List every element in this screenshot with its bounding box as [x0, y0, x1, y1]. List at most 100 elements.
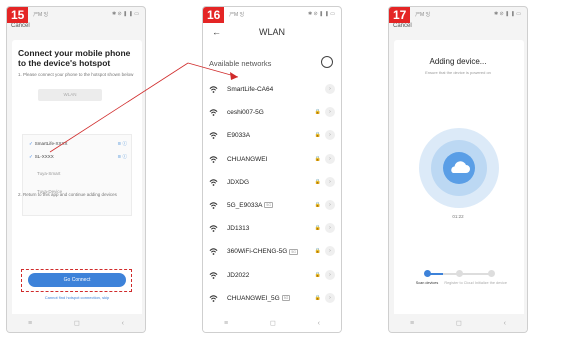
cancel-button[interactable]: Cancel [11, 23, 30, 29]
lock-icon: 🔒 [314, 248, 321, 255]
lock-icon: 🔒 [314, 155, 321, 162]
details-arrow-icon[interactable]: › [325, 130, 335, 141]
wlan-label: WLAN [38, 89, 102, 101]
home-icon[interactable]: ◻ [270, 319, 276, 327]
list-item: ✓ SL-XXXX ≋ ⓘ [23, 150, 131, 163]
refresh-icon[interactable] [321, 56, 333, 68]
details-arrow-icon[interactable]: › [325, 153, 335, 164]
back-icon[interactable]: ‹ [504, 320, 506, 327]
go-connect-button[interactable]: Go Connect [28, 273, 126, 287]
network-name: 5G_E9033A [227, 202, 263, 209]
instruction-step-2: 2. Return to this app and continue addin… [18, 192, 117, 197]
wifi-signal-icon [209, 155, 218, 163]
instruction-step-1: 1. Please connect your phone to the hots… [18, 72, 134, 77]
band-badge: 5G [289, 248, 298, 255]
list-item: ✓ SmartLife-XXXX ≋ ⓘ [23, 137, 131, 150]
phone-screen-17: 17 ㄕM 잉 ✱ ⊘ ❚ ❚ ▭ Cancel Adding device..… [388, 6, 528, 333]
step-badge-17: 17 [389, 7, 411, 23]
lock-icon: 🔒 [314, 225, 321, 232]
network-name-wrap: 5G_E9033A 5G [227, 202, 274, 209]
step-dot-2 [456, 270, 463, 277]
cloud-icon [443, 152, 475, 184]
network-name: JDXDG [227, 178, 250, 186]
step-badge-15: 15 [7, 7, 29, 23]
network-row[interactable]: SmartLife-CA64 › [209, 84, 335, 98]
bottom-nav: ≡ ◻ ‹ [203, 314, 341, 332]
network-name-wrap: CHUANGWEI_5G 5G [227, 294, 291, 302]
details-arrow-icon[interactable]: › [325, 107, 335, 118]
band-badge: 5G [264, 202, 274, 209]
details-arrow-icon[interactable]: › [325, 292, 335, 303]
details-arrow-icon[interactable]: › [325, 200, 335, 210]
wifi-signal-icon [209, 225, 218, 233]
network-row[interactable]: 360WiFi-CHENG-5G 5G 🔒 › [209, 246, 335, 260]
timer: 01:22 [452, 214, 464, 219]
details-arrow-icon[interactable]: › [325, 84, 335, 94]
details-arrow-icon[interactable]: › [325, 176, 335, 187]
network-row[interactable]: CHUANGWEI_5G 5G 🔒 › [209, 292, 335, 307]
page-title: WLAN [258, 27, 285, 37]
lock-icon: 🔒 [314, 202, 321, 208]
phone-screen-16: 16 ㄕM 잉 ✱ ⊘ ❚ ❚ ▭ ← WLAN Available netwo… [202, 6, 342, 333]
available-networks-heading: Available networks [209, 59, 272, 68]
network-row[interactable]: CHUANGWEI 🔒 › [209, 153, 335, 168]
page-title: Connect your mobile phone to the device'… [18, 48, 131, 68]
network-name: JD1313 [227, 225, 250, 233]
subtitle: Ensure that the device is powered on [425, 70, 491, 75]
details-arrow-icon[interactable]: › [325, 246, 335, 257]
bottom-nav: ≡ ◻ ‹ [7, 314, 145, 332]
step-dot-3 [488, 270, 495, 277]
network-row[interactable]: 5G_E9033A 5G 🔒 › [209, 200, 335, 214]
status-icons: ✱ ⊘ ❚ ❚ ▭ [111, 11, 139, 17]
band-badge: 5G [281, 295, 291, 302]
network-name: SmartLife-CA64 [227, 86, 274, 93]
menu-icon[interactable]: ≡ [410, 320, 414, 327]
wifi-signal-icon [209, 109, 218, 117]
phone-screen-15: 15 ㄕM 잉 ✱ ⊘ ❚ ❚ ▭ Cancel Connect your mo… [6, 6, 146, 333]
wifi-signal-icon [209, 271, 218, 279]
menu-icon[interactable]: ≡ [28, 320, 32, 327]
wifi-icon: ≋ ⓘ [117, 141, 127, 146]
network-name-wrap: 360WiFi-CHENG-5G 5G [227, 248, 298, 255]
back-icon[interactable]: ‹ [318, 320, 320, 327]
network-name: JD2022 [227, 271, 250, 279]
home-icon[interactable]: ◻ [74, 319, 80, 327]
list-item: Tuya-Smart [37, 171, 61, 176]
wifi-signal-icon [209, 202, 218, 209]
details-arrow-icon[interactable]: › [325, 223, 335, 234]
lock-icon: 🔒 [314, 109, 321, 116]
check-icon: ✓ [29, 154, 33, 159]
lock-icon: 🔒 [314, 271, 321, 278]
network-row[interactable]: JDXDG 🔒 › [209, 176, 335, 191]
check-icon: ✓ [29, 141, 33, 146]
status-left: ㄕM 잉 [33, 12, 49, 18]
menu-icon[interactable]: ≡ [224, 320, 228, 327]
wifi-list-illustration: ✓ SmartLife-XXXX ≋ ⓘ ✓ SL-XXXX ≋ ⓘ Tuya-Smar… [22, 134, 132, 216]
network-row[interactable]: E9033A 🔒 › [209, 130, 335, 144]
lock-icon: 🔒 [314, 178, 321, 185]
network-row[interactable]: JD1313 🔒 › [209, 223, 335, 237]
back-icon[interactable]: ‹ [122, 320, 124, 327]
page-title: Adding device... [429, 57, 487, 66]
network-row[interactable]: JD2022 🔒 › [209, 269, 335, 284]
wifi-icon: ≋ ⓘ [117, 154, 127, 159]
network-name: CHUANGWEI_5G [227, 294, 280, 302]
step-dot-1 [424, 270, 431, 277]
cancel-button[interactable]: Cancel [393, 23, 412, 29]
lock-icon: 🔒 [314, 294, 321, 301]
network-row[interactable]: ceshi007-5G 🔒 › [209, 107, 335, 121]
help-link[interactable]: Cannot find hotspot connection, skip [23, 295, 131, 300]
network-name: E9033A [227, 132, 251, 140]
wifi-signal-icon [209, 248, 218, 256]
home-icon[interactable]: ◻ [456, 319, 462, 327]
network-name: 360WiFi-CHENG-5G [227, 248, 288, 256]
details-arrow-icon[interactable]: › [325, 269, 335, 280]
step-badge-16: 16 [203, 7, 225, 23]
step-label-3: Initialize the device [474, 281, 508, 285]
wifi-signal-icon [209, 132, 218, 140]
status-icons: ✱ ⊘ ❚ ❚ ▭ [493, 11, 521, 17]
bottom-nav: ≡ ◻ ‹ [389, 314, 527, 332]
network-name: ceshi007-5G [227, 109, 264, 117]
wifi-signal-icon [209, 295, 218, 302]
lock-icon: 🔒 [314, 132, 321, 139]
